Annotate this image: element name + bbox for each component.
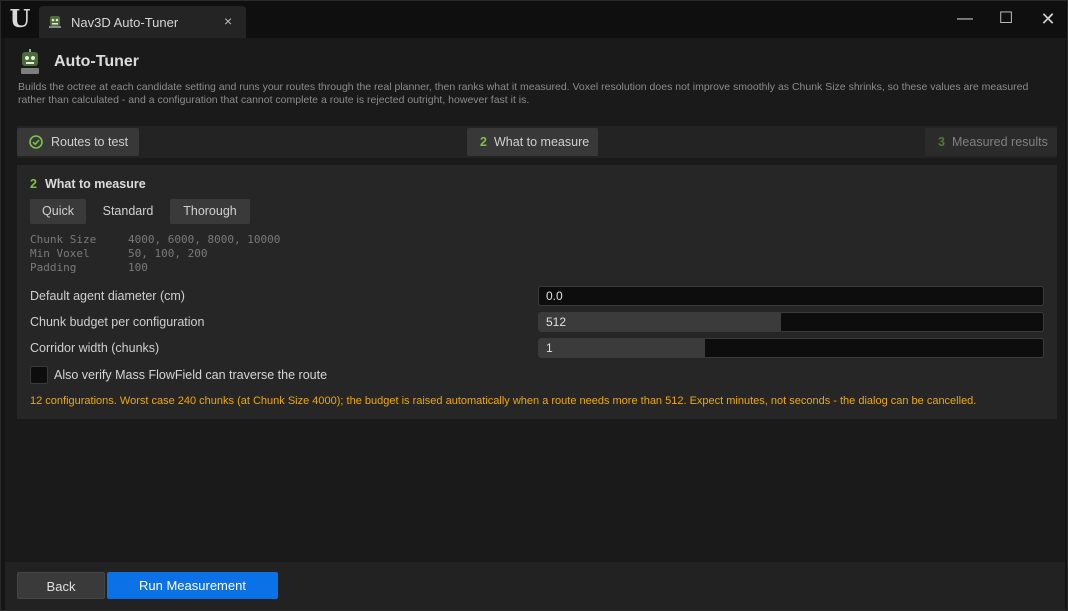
preset-settings-summary: Chunk Size 4000, 6000, 8000, 10000 Min V…: [30, 233, 280, 275]
step-measured-results[interactable]: 3 Measured results: [925, 128, 1057, 156]
nav3d-plugin-icon: [49, 16, 61, 28]
setting-row: Padding 100: [30, 261, 280, 275]
preset-quick-button[interactable]: Quick: [30, 199, 86, 224]
title-bar: U Nav3D Auto-Tuner × — ☐ ✕: [1, 1, 1067, 38]
dialog-footer: Back Run Measurement: [5, 562, 1065, 610]
corridor-width-fill: [539, 339, 706, 357]
check-circle-icon: [29, 135, 43, 149]
verify-flowfield-checkbox[interactable]: [30, 366, 48, 384]
setting-key: Chunk Size: [30, 233, 97, 246]
chunk-budget-value: 512: [546, 315, 567, 329]
agent-diameter-input[interactable]: 0.0: [538, 286, 1044, 306]
chunk-budget-row: Chunk budget per configuration 512: [30, 312, 1044, 332]
step-number: 3: [938, 135, 945, 149]
step-what-to-measure[interactable]: 2 What to measure: [467, 128, 598, 156]
step-number: 2: [480, 135, 487, 149]
corridor-width-label: Corridor width (chunks): [30, 341, 160, 355]
setting-key: Padding: [30, 261, 77, 274]
page-title: Auto-Tuner: [54, 53, 140, 70]
tab-close-icon[interactable]: ×: [224, 13, 232, 29]
wizard-steps: Routes to test 2 What to measure 3 Measu…: [17, 126, 1057, 158]
minimize-button[interactable]: —: [953, 9, 977, 29]
chunk-budget-fill: [539, 313, 781, 331]
chunk-budget-label: Chunk budget per configuration: [30, 315, 205, 329]
run-measurement-button[interactable]: Run Measurement: [107, 572, 278, 599]
back-button[interactable]: Back: [17, 572, 105, 599]
what-to-measure-panel: 2 What to measure Quick Standard Thorough…: [17, 165, 1057, 419]
setting-row: Min Voxel 50, 100, 200: [30, 247, 280, 261]
setting-value: 100: [128, 261, 148, 274]
preset-thorough-button[interactable]: Thorough: [170, 199, 250, 224]
setting-key: Min Voxel: [30, 247, 90, 260]
preset-standard-button[interactable]: Standard: [92, 199, 164, 224]
setting-value: 50, 100, 200: [128, 247, 208, 260]
close-window-button[interactable]: ✕: [1036, 9, 1060, 29]
tab-nav3d-auto-tuner[interactable]: Nav3D Auto-Tuner ×: [39, 6, 246, 38]
unreal-engine-logo-icon: U: [9, 4, 31, 33]
panel-step-number: 2: [30, 177, 37, 191]
corridor-width-value: 1: [546, 341, 553, 355]
corridor-width-row: Corridor width (chunks) 1: [30, 338, 1044, 358]
step-routes-to-test[interactable]: Routes to test: [17, 128, 139, 156]
maximize-button[interactable]: ☐: [994, 9, 1018, 29]
setting-value: 4000, 6000, 8000, 10000: [128, 233, 281, 246]
agent-diameter-value: 0.0: [546, 289, 563, 303]
step-label: Measured results: [952, 135, 1048, 149]
step-label: What to measure: [494, 135, 590, 149]
step-label: Routes to test: [51, 135, 129, 149]
setting-row: Chunk Size 4000, 6000, 8000, 10000: [30, 233, 280, 247]
agent-diameter-label: Default agent diameter (cm): [30, 289, 185, 303]
measurement-warning: 12 configurations. Worst case 240 chunks…: [30, 395, 977, 407]
panel-title: 2 What to measure: [30, 177, 146, 191]
auto-tuner-robot-icon: [21, 49, 39, 74]
corridor-width-slider[interactable]: 1: [538, 338, 1044, 358]
dialog-content: Auto-Tuner Builds the octree at each can…: [5, 38, 1065, 610]
chunk-budget-slider[interactable]: 512: [538, 312, 1044, 332]
agent-diameter-row: Default agent diameter (cm) 0.0: [30, 286, 1044, 306]
tab-title: Nav3D Auto-Tuner: [71, 15, 179, 30]
auto-tuner-window: U Nav3D Auto-Tuner × — ☐ ✕ Auto-Tuner Bu…: [0, 0, 1068, 611]
verify-flowfield-label[interactable]: Also verify Mass FlowField can traverse …: [54, 368, 327, 382]
page-description: Builds the octree at each candidate sett…: [18, 81, 1029, 106]
panel-title-text: What to measure: [44, 177, 146, 191]
